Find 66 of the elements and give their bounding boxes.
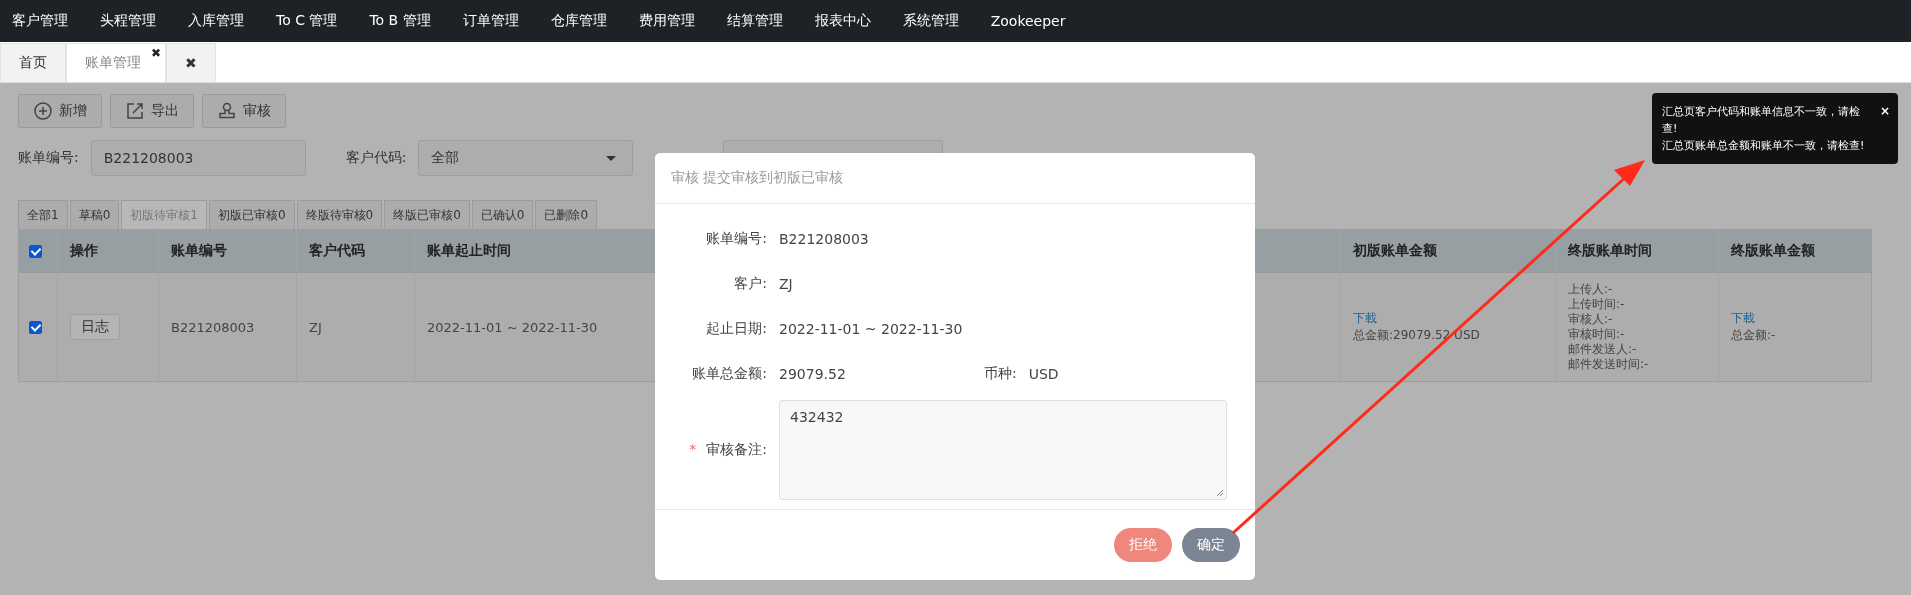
required-mark: *	[689, 441, 697, 459]
column-header: 终版账单金额	[1730, 241, 1816, 260]
field-value: 29079.52	[779, 365, 847, 382]
status-tab[interactable]: 全部1	[18, 200, 68, 229]
row-checkbox[interactable]	[29, 320, 42, 334]
toast-message: 汇总页账单总金额和账单不一致，请检查!	[1662, 138, 1866, 154]
select-all-checkbox[interactable]	[29, 244, 42, 258]
table-cell: 总金额:-	[1731, 327, 1776, 344]
status-tab[interactable]: 已删除0	[535, 200, 598, 229]
table-cell: 邮件发送人:-	[1568, 342, 1637, 357]
customer-code-select[interactable]: 全部	[418, 140, 634, 176]
page-tab[interactable]: 账单管理 ✖	[66, 43, 166, 82]
table-cell: 审核人:-	[1568, 312, 1613, 327]
field-value: 2022-11-01 ~ 2022-11-30	[779, 320, 963, 337]
close-icon[interactable]: ×	[1879, 103, 1890, 120]
table-cell: ZJ	[309, 319, 322, 335]
nav-menu-item[interactable]: 仓库管理	[550, 12, 607, 30]
status-tab[interactable]: 初版已审核0	[208, 200, 295, 229]
stamp-icon	[217, 101, 237, 121]
page-tab[interactable]: ✖	[166, 43, 216, 82]
nav-menu-item[interactable]: To C 管理	[276, 12, 338, 30]
table-cell: 上传时间:-	[1568, 297, 1625, 312]
resize-grip-icon[interactable]	[1214, 487, 1224, 497]
status-tab[interactable]: 草稿0	[69, 200, 120, 229]
nav-menu-item[interactable]: 入库管理	[188, 12, 244, 30]
remark-textarea[interactable]: 432432	[779, 400, 1227, 500]
field-label: 账单总金额:	[691, 364, 767, 383]
table-cell: 总金额:29079.52 USD	[1353, 327, 1480, 344]
confirm-button[interactable]: 确定	[1182, 528, 1240, 562]
audit-button[interactable]: 审核	[202, 94, 286, 128]
status-tab[interactable]: 已确认0	[471, 200, 534, 229]
add-button[interactable]: 新增	[18, 94, 102, 128]
dialog-title: 审核 提交审核到初版已审核	[671, 169, 844, 187]
status-tab[interactable]: 终版已审核0	[384, 200, 470, 229]
nav-menu-item[interactable]: To B 管理	[369, 12, 431, 30]
table-cell: B221208003	[171, 319, 255, 335]
field-label: 审核备注:	[706, 441, 767, 459]
field-label: 账单编号:	[18, 149, 79, 167]
nav-menu-item[interactable]: 客户管理	[12, 12, 68, 30]
nav-menu-item[interactable]: 头程管理	[100, 12, 156, 30]
nav-menu-item[interactable]: 订单管理	[462, 12, 519, 30]
field-label: 起止日期:	[705, 319, 767, 338]
field-label: 币种:	[984, 364, 1017, 383]
export-button[interactable]: 导出	[110, 94, 194, 128]
page-tab[interactable]: 首页	[0, 43, 66, 82]
export-icon	[125, 101, 145, 121]
status-tab[interactable]: 终版待审核0	[296, 200, 383, 229]
table-cell: 上传人:-	[1568, 282, 1613, 297]
log-button[interactable]: 日志	[70, 314, 120, 340]
field-value: ZJ	[779, 275, 793, 292]
toast-message: 汇总页客户代码和账单信息不一致，请检查!	[1662, 104, 1861, 137]
plus-circle-icon	[33, 101, 53, 121]
field-value: USD	[1028, 365, 1059, 382]
close-icon[interactable]: ✖	[150, 46, 161, 60]
nav-menu-item[interactable]: 系统管理	[902, 12, 959, 30]
nav-menu-item[interactable]: 费用管理	[638, 12, 695, 30]
nav-menu-item[interactable]: 报表中心	[814, 12, 871, 30]
table-cell: 邮件发送时间:-	[1568, 357, 1649, 372]
bill-number-field[interactable]: B221208003	[90, 140, 306, 176]
field-label: 客户:	[733, 274, 767, 293]
nav-menu-item[interactable]: 结算管理	[726, 12, 783, 30]
nav-menu-item[interactable]: Zookeeper	[990, 13, 1066, 29]
field-label: 账单编号:	[705, 229, 767, 248]
field-label: 客户代码:	[345, 149, 407, 167]
table-cell: 2022-11-01 ~ 2022-11-30	[427, 319, 598, 335]
table-cell: 审核时间:-	[1568, 327, 1625, 342]
